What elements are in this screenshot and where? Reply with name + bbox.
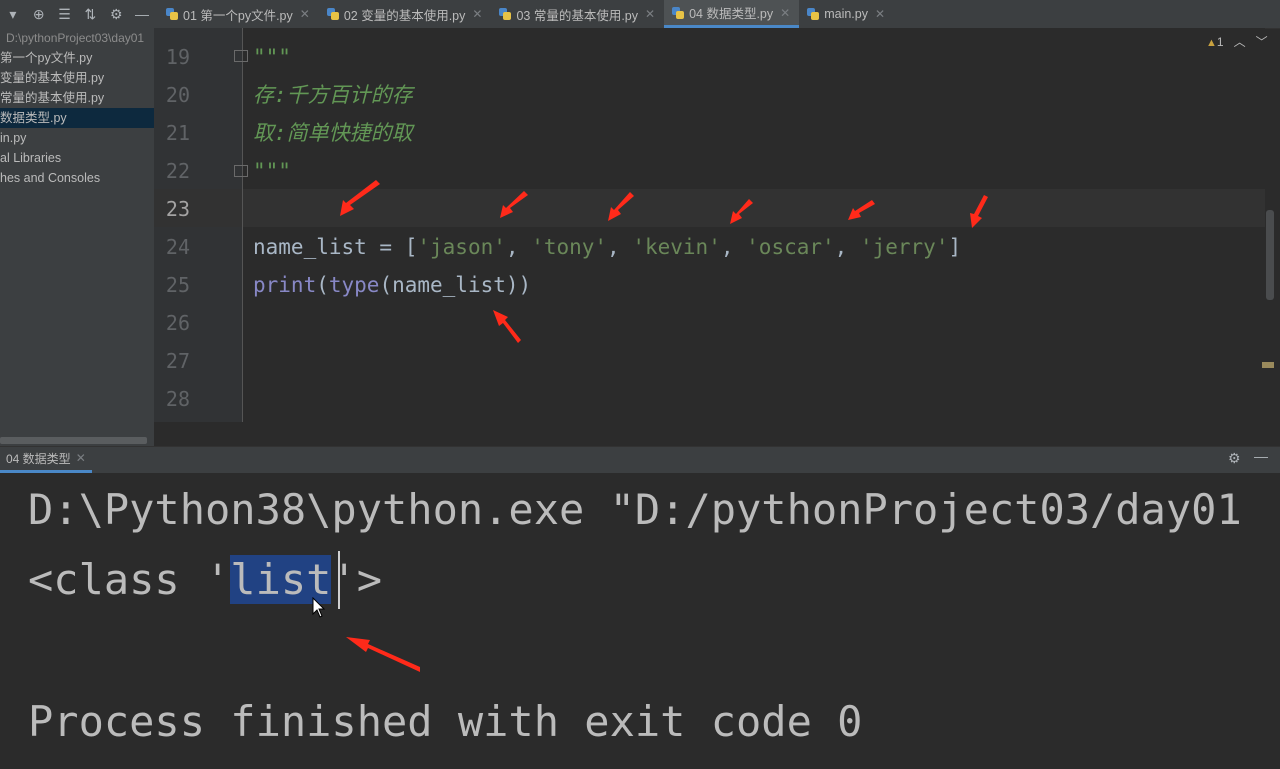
arrow-icon [340, 180, 380, 216]
arrow-icon [346, 637, 420, 672]
arrow-icon [970, 195, 988, 228]
arrow-icon [500, 191, 528, 218]
arrow-icon [493, 310, 521, 343]
arrow-icon [608, 192, 634, 221]
arrow-icon [730, 199, 753, 224]
annotation-arrows [340, 180, 988, 672]
arrow-icon [848, 200, 875, 220]
